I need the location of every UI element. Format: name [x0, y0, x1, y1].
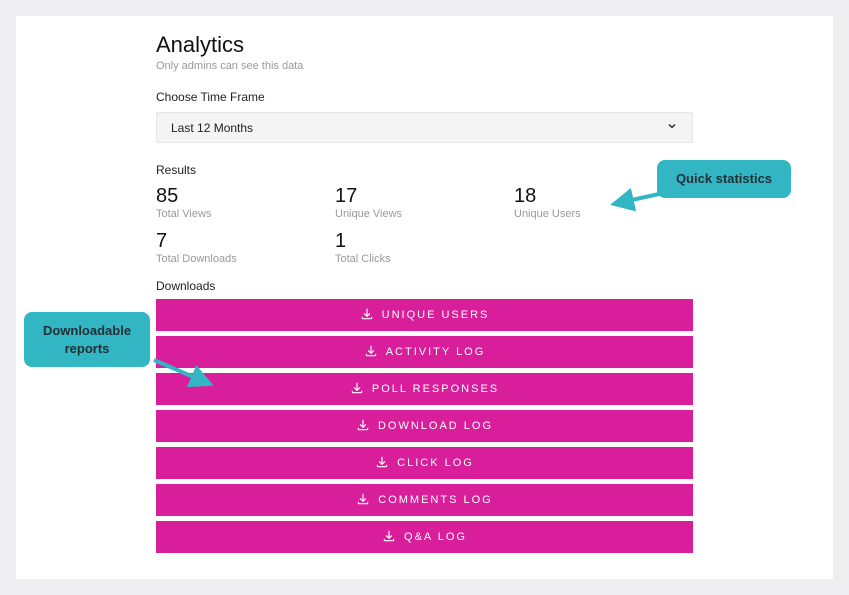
download-comments-log-button[interactable]: COMMENTS LOG	[156, 484, 693, 516]
download-icon	[375, 455, 389, 472]
stat-unique-views: 17 Unique Views	[335, 185, 514, 220]
download-download-log-button[interactable]: DOWNLOAD LOG	[156, 410, 693, 442]
timeframe-value: Last 12 Months	[171, 121, 253, 135]
download-click-log-button[interactable]: CLICK LOG	[156, 447, 693, 479]
button-label: ACTIVITY LOG	[386, 346, 486, 358]
button-label: Q&A LOG	[404, 531, 467, 543]
stat-label: Total Downloads	[156, 253, 335, 265]
stat-label: Unique Views	[335, 208, 514, 220]
button-label: COMMENTS LOG	[378, 494, 492, 506]
download-icon	[360, 307, 374, 324]
stat-value: 7	[156, 230, 335, 253]
download-activity-log-button[interactable]: ACTIVITY LOG	[156, 336, 693, 368]
download-icon	[364, 344, 378, 361]
stat-label: Unique Users	[514, 208, 693, 220]
callout-downloadable-reports: Downloadable reports	[24, 312, 150, 367]
download-icon	[350, 381, 364, 398]
results-label: Results	[156, 163, 693, 177]
button-label: CLICK LOG	[397, 457, 474, 469]
stat-label: Total Views	[156, 208, 335, 220]
stat-value: 17	[335, 185, 514, 208]
button-label: UNIQUE USERS	[382, 309, 490, 321]
download-icon	[382, 529, 396, 546]
download-icon	[356, 418, 370, 435]
analytics-card: Analytics Only admins can see this data …	[16, 16, 833, 579]
download-qa-log-button[interactable]: Q&A LOG	[156, 521, 693, 553]
stat-label: Total Clicks	[335, 253, 514, 265]
callout-quick-statistics: Quick statistics	[657, 160, 791, 198]
page-subtitle: Only admins can see this data	[156, 60, 693, 72]
timeframe-label: Choose Time Frame	[156, 90, 693, 104]
stat-total-downloads: 7 Total Downloads	[156, 230, 335, 265]
stat-value: 85	[156, 185, 335, 208]
timeframe-select[interactable]: Last 12 Months	[156, 112, 693, 143]
stat-total-views: 85 Total Views	[156, 185, 335, 220]
download-icon	[356, 492, 370, 509]
page-title: Analytics	[156, 32, 693, 58]
button-label: POLL RESPONSES	[372, 383, 499, 395]
downloads-label: Downloads	[156, 279, 693, 293]
stat-total-clicks: 1 Total Clicks	[335, 230, 514, 265]
download-unique-users-button[interactable]: UNIQUE USERS	[156, 299, 693, 331]
stat-value: 1	[335, 230, 514, 253]
download-poll-responses-button[interactable]: POLL RESPONSES	[156, 373, 693, 405]
chevron-down-icon	[666, 120, 678, 135]
button-label: DOWNLOAD LOG	[378, 420, 493, 432]
